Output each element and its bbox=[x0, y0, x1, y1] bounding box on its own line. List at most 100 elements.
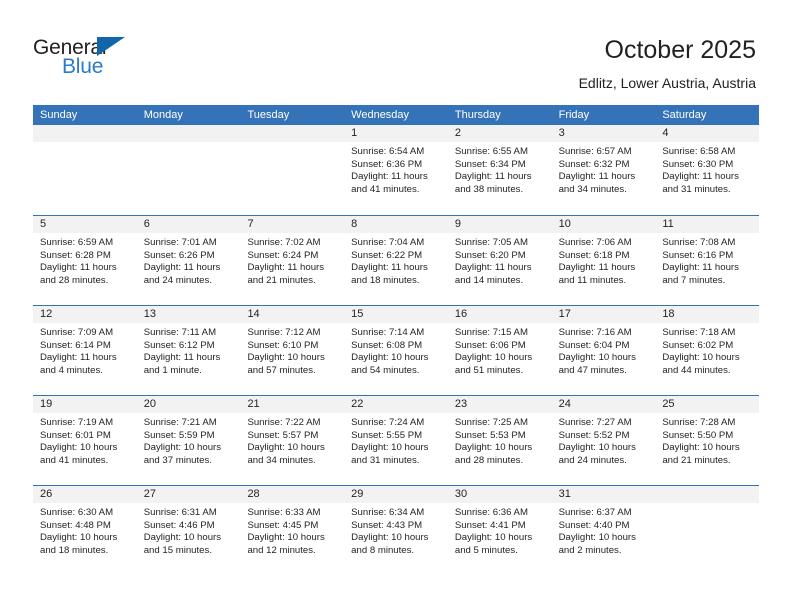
day-number: 7 bbox=[247, 218, 254, 230]
calendar-day-cell[interactable]: 16 Sunrise: 7:15 AM Sunset: 6:06 PM Dayligh… bbox=[447, 306, 552, 395]
calendar-day-cell[interactable]: 6 Sunrise: 7:01 AM Sunset: 6:26 PM Daylight… bbox=[136, 216, 241, 305]
day-details: Sunrise: 7:14 AM Sunset: 6:08 PM Daylight:… bbox=[344, 323, 448, 377]
day-number: 26 bbox=[40, 488, 53, 500]
day-details: Sunrise: 7:16 AM Sunset: 6:04 PM Daylight:… bbox=[552, 323, 656, 377]
calendar-day-cell[interactable]: 2 Sunrise: 6:55 AM Sunset: 6:34 PM Daylight… bbox=[447, 125, 552, 215]
day-sunrise-text: Sunrise: 7:01 AM bbox=[143, 237, 217, 248]
day-sunset-text: Sunset: 4:48 PM bbox=[40, 519, 111, 531]
day-details bbox=[137, 142, 241, 146]
calendar-day-cell[interactable]: 25 Sunrise: 7:28 AM Sunset: 5:50 PM Dayligh… bbox=[655, 396, 760, 485]
day-daylight-1-text: Daylight: 11 hours bbox=[143, 262, 221, 274]
day-daylight-2-text: and 47 minutes. bbox=[558, 364, 627, 376]
calendar-day-cell[interactable]: 5 Sunrise: 6:59 AM Sunset: 6:28 PM Daylight… bbox=[33, 216, 137, 305]
day-details: Sunrise: 7:01 AM Sunset: 6:26 PM Daylight:… bbox=[137, 233, 241, 287]
calendar-day-cell[interactable]: 10 Sunrise: 7:06 AM Sunset: 6:18 PM Dayligh… bbox=[551, 216, 656, 305]
day-details: Sunrise: 7:22 AM Sunset: 5:57 PM Daylight:… bbox=[240, 413, 344, 467]
day-sunrise-text: Sunrise: 6:34 AM bbox=[351, 507, 425, 518]
day-daylight-2-text: and 34 minutes. bbox=[558, 183, 627, 195]
calendar-day-cell[interactable]: 24 Sunrise: 7:27 AM Sunset: 5:52 PM Dayligh… bbox=[551, 396, 656, 485]
day-daylight-1-text: Daylight: 11 hours bbox=[247, 262, 325, 274]
calendar-day-cell[interactable]: 29 Sunrise: 6:34 AM Sunset: 4:43 PM Dayligh… bbox=[344, 486, 448, 575]
day-sunrise-text: Sunrise: 7:02 AM bbox=[247, 237, 321, 248]
day-daylight-1-text: Daylight: 11 hours bbox=[558, 262, 636, 274]
calendar-day-cell[interactable]: 13 Sunrise: 7:11 AM Sunset: 6:12 PM Dayligh… bbox=[136, 306, 241, 395]
calendar-day-cell[interactable]: 28 Sunrise: 6:33 AM Sunset: 4:45 PM Dayligh… bbox=[240, 486, 345, 575]
weekday-header-tuesday: Tuesday bbox=[247, 109, 290, 121]
day-daylight-1-text: Daylight: 10 hours bbox=[143, 442, 222, 454]
day-daylight-2-text: and 7 minutes. bbox=[662, 274, 726, 286]
day-sunset-text: Sunset: 5:55 PM bbox=[351, 429, 423, 441]
day-number-bar bbox=[240, 216, 345, 233]
day-number-bar bbox=[33, 216, 137, 233]
calendar-day-cell[interactable]: 22 Sunrise: 7:24 AM Sunset: 5:55 PM Dayligh… bbox=[344, 396, 448, 485]
day-number-bar bbox=[344, 216, 448, 233]
calendar-day-cell[interactable]: 15 Sunrise: 7:14 AM Sunset: 6:08 PM Dayligh… bbox=[344, 306, 448, 395]
day-sunset-text: Sunset: 6:14 PM bbox=[40, 339, 111, 351]
day-details: Sunrise: 7:05 AM Sunset: 6:20 PM Daylight:… bbox=[448, 233, 552, 287]
day-sunrise-text: Sunrise: 7:25 AM bbox=[454, 417, 528, 428]
general-blue-logo[interactable]: General Blue bbox=[33, 36, 153, 82]
day-daylight-1-text: Daylight: 10 hours bbox=[247, 442, 325, 454]
logo-text-blue: Blue bbox=[62, 55, 104, 78]
day-daylight-2-text: and 18 minutes. bbox=[40, 544, 109, 556]
day-sunset-text: Sunset: 4:46 PM bbox=[143, 519, 215, 531]
day-daylight-2-text: and 51 minutes. bbox=[454, 364, 524, 376]
calendar-day-cell[interactable]: 7 Sunrise: 7:02 AM Sunset: 6:24 PM Daylight… bbox=[240, 216, 345, 305]
calendar-day-cell[interactable]: 17 Sunrise: 7:16 AM Sunset: 6:04 PM Dayligh… bbox=[551, 306, 656, 395]
calendar-day-cell[interactable]: 23 Sunrise: 7:25 AM Sunset: 5:53 PM Dayligh… bbox=[447, 396, 552, 485]
day-sunrise-text: Sunrise: 6:57 AM bbox=[558, 146, 632, 157]
calendar-day-cell[interactable]: 20 Sunrise: 7:21 AM Sunset: 5:59 PM Dayligh… bbox=[136, 396, 241, 485]
calendar-day-cell[interactable]: 26 Sunrise: 6:30 AM Sunset: 4:48 PM Dayligh… bbox=[33, 486, 137, 575]
calendar-day-cell[interactable]: 14 Sunrise: 7:12 AM Sunset: 6:10 PM Dayligh… bbox=[240, 306, 345, 395]
day-sunrise-text: Sunrise: 7:18 AM bbox=[662, 327, 736, 338]
calendar-day-cell[interactable]: 1 Sunrise: 6:54 AM Sunset: 6:36 PM Daylight… bbox=[344, 125, 448, 215]
day-number: 23 bbox=[454, 398, 468, 410]
day-sunrise-text: Sunrise: 7:05 AM bbox=[454, 237, 528, 248]
page-header: General Blue October 2025 Edlitz, Lower … bbox=[0, 0, 792, 104]
day-number: 24 bbox=[558, 398, 571, 410]
day-number: 13 bbox=[143, 308, 156, 320]
calendar-day-cell[interactable]: 19 Sunrise: 7:19 AM Sunset: 6:01 PM Dayligh… bbox=[33, 396, 137, 485]
day-number: 18 bbox=[662, 308, 675, 320]
calendar-day-cell[interactable]: 27 Sunrise: 6:31 AM Sunset: 4:46 PM Dayligh… bbox=[136, 486, 241, 575]
calendar-day-cell[interactable]: 21 Sunrise: 7:22 AM Sunset: 5:57 PM Dayligh… bbox=[240, 396, 345, 485]
calendar-day-cell[interactable]: 31 Sunrise: 6:37 AM Sunset: 4:40 PM Dayligh… bbox=[551, 486, 656, 575]
day-details: Sunrise: 7:06 AM Sunset: 6:18 PM Daylight:… bbox=[552, 233, 656, 287]
day-daylight-1-text: Daylight: 10 hours bbox=[558, 352, 636, 364]
day-daylight-1-text: Daylight: 10 hours bbox=[558, 442, 636, 454]
day-sunrise-text: Sunrise: 6:31 AM bbox=[143, 507, 217, 518]
day-sunset-text: Sunset: 6:02 PM bbox=[662, 339, 734, 351]
day-details bbox=[33, 142, 137, 146]
day-sunrise-text: Sunrise: 7:21 AM bbox=[143, 417, 217, 428]
calendar-day-cell[interactable]: 4 Sunrise: 6:58 AM Sunset: 6:30 PM Daylight… bbox=[655, 125, 760, 215]
day-sunrise-text: Sunrise: 6:36 AM bbox=[454, 507, 528, 518]
calendar-day-cell[interactable]: 8 Sunrise: 7:04 AM Sunset: 6:22 PM Daylight… bbox=[344, 216, 448, 305]
day-daylight-2-text: and 1 minute. bbox=[143, 364, 202, 376]
day-daylight-2-text: and 18 minutes. bbox=[351, 274, 420, 286]
day-number: 31 bbox=[558, 488, 571, 500]
day-sunset-text: Sunset: 6:32 PM bbox=[558, 158, 630, 170]
day-number: 19 bbox=[40, 398, 53, 410]
day-sunset-text: Sunset: 6:36 PM bbox=[351, 158, 423, 170]
day-number: 16 bbox=[454, 308, 468, 320]
calendar-day-cell[interactable]: 3 Sunrise: 6:57 AM Sunset: 6:32 PM Daylight… bbox=[551, 125, 656, 215]
day-number-bar bbox=[136, 216, 241, 233]
day-details: Sunrise: 6:54 AM Sunset: 6:36 PM Daylight:… bbox=[344, 142, 448, 196]
day-details: Sunrise: 7:25 AM Sunset: 5:53 PM Daylight:… bbox=[448, 413, 552, 467]
page-title: October 2025 bbox=[604, 36, 757, 64]
calendar-day-cell[interactable]: 30 Sunrise: 6:36 AM Sunset: 4:41 PM Dayligh… bbox=[447, 486, 552, 575]
calendar-day-cell[interactable]: 11 Sunrise: 7:08 AM Sunset: 6:16 PM Dayligh… bbox=[655, 216, 760, 305]
day-details: Sunrise: 7:12 AM Sunset: 6:10 PM Daylight:… bbox=[240, 323, 344, 377]
day-sunset-text: Sunset: 6:30 PM bbox=[662, 158, 734, 170]
day-sunset-text: Sunset: 5:57 PM bbox=[247, 429, 319, 441]
day-daylight-1-text: Daylight: 11 hours bbox=[662, 171, 739, 183]
calendar-day-cell[interactable]: 12 Sunrise: 7:09 AM Sunset: 6:14 PM Dayligh… bbox=[33, 306, 137, 395]
day-daylight-1-text: Daylight: 11 hours bbox=[40, 262, 117, 274]
day-details: Sunrise: 7:21 AM Sunset: 5:59 PM Daylight:… bbox=[137, 413, 241, 467]
calendar-day-cell[interactable]: 9 Sunrise: 7:05 AM Sunset: 6:20 PM Daylight… bbox=[447, 216, 552, 305]
day-details: Sunrise: 6:57 AM Sunset: 6:32 PM Daylight:… bbox=[552, 142, 656, 196]
day-daylight-2-text: and 14 minutes. bbox=[454, 274, 524, 286]
day-daylight-2-text: and 28 minutes. bbox=[454, 454, 524, 466]
calendar-day-cell[interactable]: 18 Sunrise: 7:18 AM Sunset: 6:02 PM Dayligh… bbox=[655, 306, 760, 395]
day-number-bar bbox=[344, 125, 448, 142]
